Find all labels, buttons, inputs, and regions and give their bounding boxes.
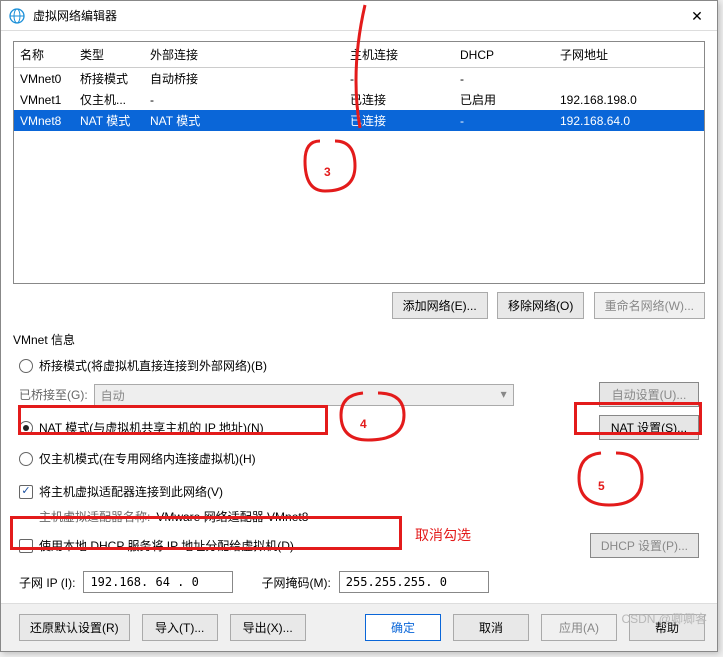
table-row[interactable]: VMnet1仅主机...-已连接已启用192.168.198.0: [14, 89, 704, 110]
rename-network-button[interactable]: 重命名网络(W)...: [594, 292, 705, 319]
app-icon: [9, 8, 25, 24]
radio-icon: [19, 452, 33, 466]
col-subnet: 子网地址: [554, 42, 704, 68]
table-row[interactable]: VMnet0桥接模式自动桥接--: [14, 68, 704, 90]
bridge-to-label: 已桥接至(G):: [19, 386, 88, 403]
vmnet-info-label: VMnet 信息: [13, 327, 705, 350]
radio-icon: [19, 359, 33, 373]
auto-set-button[interactable]: 自动设置(U)...: [599, 382, 699, 407]
col-name: 名称: [14, 42, 74, 68]
radio-icon: [19, 421, 33, 435]
col-host: 主机连接: [344, 42, 454, 68]
dhcp-set-button[interactable]: DHCP 设置(P)...: [590, 533, 699, 558]
col-dhcp: DHCP: [454, 42, 554, 68]
nat-radio[interactable]: NAT 模式(与虚拟机共享主机的 IP 地址)(N): [19, 419, 589, 436]
remove-network-button[interactable]: 移除网络(O): [497, 292, 584, 319]
apply-button[interactable]: 应用(A): [541, 614, 617, 641]
adapter-name-label: 主机虚拟适配器名称:: [39, 508, 150, 525]
export-button[interactable]: 导出(X)...: [230, 614, 306, 641]
close-icon[interactable]: ✕: [685, 4, 709, 28]
check-icon: [19, 539, 33, 553]
add-network-button[interactable]: 添加网络(E)...: [392, 292, 488, 319]
subnet-mask-input[interactable]: [339, 571, 489, 593]
table-row[interactable]: VMnet8NAT 模式NAT 模式已连接-192.168.64.0: [14, 110, 704, 131]
bridge-radio[interactable]: 桥接模式(将虚拟机直接连接到外部网络)(B): [19, 352, 699, 379]
hostonly-radio[interactable]: 仅主机模式(在专用网络内连接虚拟机)(H): [19, 445, 699, 472]
bridge-select[interactable]: 自动: [94, 384, 514, 406]
window-title: 虚拟网络编辑器: [33, 7, 685, 24]
check-icon: [19, 485, 33, 499]
col-ext: 外部连接: [144, 42, 344, 68]
help-button[interactable]: 帮助: [629, 614, 705, 641]
nat-set-button[interactable]: NAT 设置(S)...: [599, 415, 699, 440]
cancel-button[interactable]: 取消: [453, 614, 529, 641]
col-type: 类型: [74, 42, 144, 68]
restore-button[interactable]: 还原默认设置(R): [19, 614, 130, 641]
ok-button[interactable]: 确定: [365, 614, 441, 641]
import-button[interactable]: 导入(T)...: [142, 614, 218, 641]
subnet-mask-label: 子网掩码(M):: [261, 574, 330, 591]
connect-host-checkbox[interactable]: 将主机虚拟适配器连接到此网络(V): [19, 478, 699, 505]
adapter-name: VMware 网络适配器 VMnet8: [156, 508, 308, 525]
dhcp-checkbox[interactable]: 使用本地 DHCP 服务将 IP 地址分配给虚拟机(D): [19, 537, 580, 554]
network-table[interactable]: 名称 类型 外部连接 主机连接 DHCP 子网地址 VMnet0桥接模式自动桥接…: [13, 41, 705, 284]
subnet-ip-input[interactable]: [83, 571, 233, 593]
subnet-ip-label: 子网 IP (I):: [19, 574, 75, 591]
